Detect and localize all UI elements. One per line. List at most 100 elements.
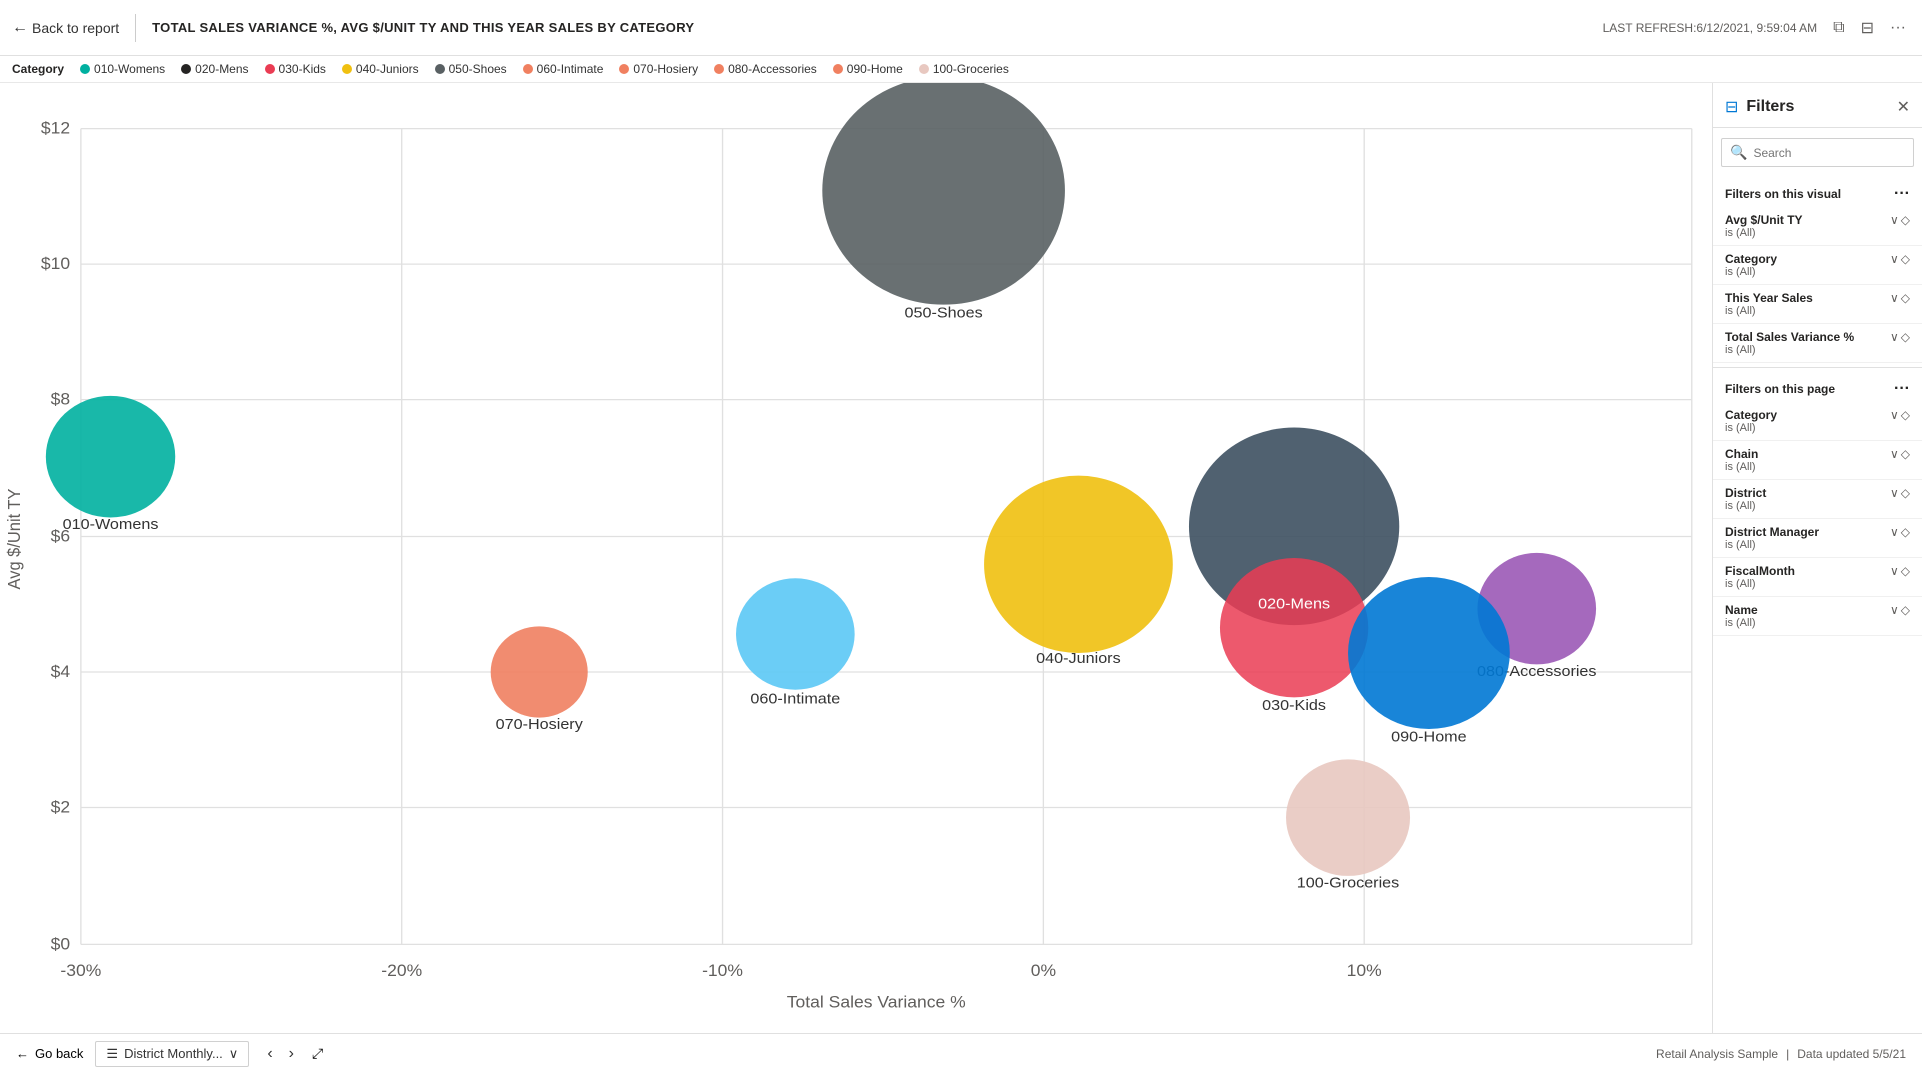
page-filters-more[interactable]: ··· bbox=[1894, 380, 1910, 398]
back-to-report-label: Back to report bbox=[32, 20, 119, 36]
filter-category-visual-text: Category is (All) bbox=[1725, 252, 1777, 278]
go-back-label: Go back bbox=[35, 1046, 83, 1061]
clear-icon-tys[interactable]: ◇ bbox=[1901, 291, 1910, 305]
clear-icon-tsv[interactable]: ◇ bbox=[1901, 330, 1910, 344]
legend-label-womens: 010-Womens bbox=[94, 62, 165, 76]
filter-actions-fiscal-month: ∨ ◇ bbox=[1890, 564, 1910, 578]
legend-dot-womens bbox=[80, 64, 90, 74]
scatter-chart: $0 $2 $4 $6 $8 $10 $12 -30% -20% -10% 0%… bbox=[0, 83, 1712, 1033]
copy-icon-button[interactable]: ⧉ bbox=[1829, 14, 1848, 42]
go-back-button[interactable]: ← Go back bbox=[16, 1046, 83, 1061]
legend-label-mens: 020-Mens bbox=[195, 62, 248, 76]
svg-text:-10%: -10% bbox=[702, 961, 743, 979]
filter-avg-unit-ty[interactable]: Avg $/Unit TY is (All) ∨ ◇ bbox=[1713, 207, 1922, 246]
filter-this-year-sales-text: This Year Sales is (All) bbox=[1725, 291, 1813, 317]
clear-icon-name[interactable]: ◇ bbox=[1901, 603, 1910, 617]
bottom-left: ← Go back ☰ District Monthly... ∨ ‹ › ⤢ bbox=[16, 1041, 323, 1067]
legend-item-mens[interactable]: 020-Mens bbox=[181, 62, 248, 76]
bubble-shoes[interactable] bbox=[822, 83, 1065, 305]
chart-container[interactable]: $0 $2 $4 $6 $8 $10 $12 -30% -20% -10% 0%… bbox=[0, 83, 1712, 1033]
back-to-report-button[interactable]: ← Back to report bbox=[12, 19, 119, 37]
collapse-icon-tsv[interactable]: ∨ bbox=[1890, 330, 1899, 344]
clear-icon-chain[interactable]: ◇ bbox=[1901, 447, 1910, 461]
collapse-icon-pcat[interactable]: ∨ bbox=[1890, 408, 1899, 422]
visual-filters-label: Filters on this visual bbox=[1725, 187, 1841, 201]
filters-header: ⊟ Filters ✕ bbox=[1713, 83, 1922, 128]
filter-value-this-year-sales: is (All) bbox=[1725, 305, 1813, 317]
filter-district-manager[interactable]: District Manager is (All) ∨ ◇ bbox=[1713, 519, 1922, 558]
page-tab[interactable]: ☰ District Monthly... ∨ bbox=[95, 1041, 249, 1067]
svg-text:020-Mens: 020-Mens bbox=[1258, 596, 1330, 612]
filter-chain[interactable]: Chain is (All) ∨ ◇ bbox=[1713, 441, 1922, 480]
filter-value-page-category: is (All) bbox=[1725, 422, 1777, 434]
clear-icon-pcat[interactable]: ◇ bbox=[1901, 408, 1910, 422]
clear-icon-dm[interactable]: ◇ bbox=[1901, 525, 1910, 539]
filters-title: Filters bbox=[1746, 98, 1794, 116]
svg-text:050-Shoes: 050-Shoes bbox=[905, 305, 983, 321]
filter-total-sales-variance[interactable]: Total Sales Variance % is (All) ∨ ◇ bbox=[1713, 324, 1922, 363]
collapse-icon-dm[interactable]: ∨ bbox=[1890, 525, 1899, 539]
legend-item-hosiery[interactable]: 070-Hosiery bbox=[619, 62, 698, 76]
expand-button[interactable]: ⤢ bbox=[312, 1045, 323, 1062]
nav-next-button[interactable]: › bbox=[283, 1043, 300, 1065]
clear-icon-fm[interactable]: ◇ bbox=[1901, 564, 1910, 578]
bubble-womens[interactable] bbox=[46, 396, 175, 518]
legend-item-juniors[interactable]: 040-Juniors bbox=[342, 62, 419, 76]
legend-item-groceries[interactable]: 100-Groceries bbox=[919, 62, 1009, 76]
filter-this-year-sales[interactable]: This Year Sales is (All) ∨ ◇ bbox=[1713, 285, 1922, 324]
filters-panel: ⊟ Filters ✕ 🔍 Filters on this visual ···… bbox=[1712, 83, 1922, 1033]
collapse-icon-name[interactable]: ∨ bbox=[1890, 603, 1899, 617]
filter-search-box[interactable]: 🔍 bbox=[1721, 138, 1914, 167]
filter-page-category[interactable]: Category is (All) ∨ ◇ bbox=[1713, 402, 1922, 441]
clear-icon-cat[interactable]: ◇ bbox=[1901, 252, 1910, 266]
header-left: ← Back to report TOTAL SALES VARIANCE %,… bbox=[12, 14, 694, 42]
bubble-intimate[interactable] bbox=[736, 578, 855, 689]
collapse-icon-fm[interactable]: ∨ bbox=[1890, 564, 1899, 578]
bubble-hosiery[interactable] bbox=[491, 626, 588, 717]
svg-text:-30%: -30% bbox=[60, 961, 101, 979]
legend-item-kids[interactable]: 030-Kids bbox=[265, 62, 326, 76]
filter-icon-button[interactable]: ⊟ bbox=[1857, 14, 1878, 42]
data-updated: Data updated 5/5/21 bbox=[1797, 1047, 1906, 1061]
collapse-icon-chain[interactable]: ∨ bbox=[1890, 447, 1899, 461]
filter-name-page-category: Category bbox=[1725, 408, 1777, 422]
legend-dot-home bbox=[833, 64, 843, 74]
collapse-icon[interactable]: ∨ bbox=[1890, 213, 1899, 227]
legend-label-home: 090-Home bbox=[847, 62, 903, 76]
bubble-groceries[interactable] bbox=[1286, 759, 1410, 876]
bubble-juniors[interactable] bbox=[984, 476, 1173, 653]
filter-actions-name: ∨ ◇ bbox=[1890, 603, 1910, 617]
nav-prev-button[interactable]: ‹ bbox=[261, 1043, 278, 1065]
bubble-home[interactable] bbox=[1348, 577, 1510, 729]
filter-district[interactable]: District is (All) ∨ ◇ bbox=[1713, 480, 1922, 519]
svg-text:$4: $4 bbox=[51, 663, 71, 681]
visual-filters-more[interactable]: ··· bbox=[1894, 185, 1910, 203]
filter-fiscal-month[interactable]: FiscalMonth is (All) ∨ ◇ bbox=[1713, 558, 1922, 597]
filter-name-category-visual: Category bbox=[1725, 252, 1777, 266]
collapse-icon-cat[interactable]: ∨ bbox=[1890, 252, 1899, 266]
filter-value-chain: is (All) bbox=[1725, 461, 1758, 473]
filter-actions-page-category: ∨ ◇ bbox=[1890, 408, 1910, 422]
filter-name[interactable]: Name is (All) ∨ ◇ bbox=[1713, 597, 1922, 636]
filter-category-visual[interactable]: Category is (All) ∨ ◇ bbox=[1713, 246, 1922, 285]
more-options-button[interactable]: ··· bbox=[1886, 14, 1910, 42]
filter-value-name: is (All) bbox=[1725, 617, 1758, 629]
legend-dot-groceries bbox=[919, 64, 929, 74]
collapse-icon-tys[interactable]: ∨ bbox=[1890, 291, 1899, 305]
close-filters-button[interactable]: ✕ bbox=[1897, 97, 1910, 117]
bottom-right: Retail Analysis Sample | Data updated 5/… bbox=[1656, 1047, 1906, 1061]
filter-actions-tsv: ∨ ◇ bbox=[1890, 330, 1910, 344]
legend-item-intimate[interactable]: 060-Intimate bbox=[523, 62, 604, 76]
search-input[interactable] bbox=[1753, 146, 1905, 160]
filter-name-district-manager: District Manager bbox=[1725, 525, 1819, 539]
page-filters-label: Filters on this page bbox=[1725, 382, 1835, 396]
legend-item-home[interactable]: 090-Home bbox=[833, 62, 903, 76]
legend-item-womens[interactable]: 010-Womens bbox=[80, 62, 165, 76]
bubble-kids[interactable] bbox=[1220, 558, 1368, 697]
legend-item-shoes[interactable]: 050-Shoes bbox=[435, 62, 507, 76]
legend-item-accessories[interactable]: 080-Accessories bbox=[714, 62, 817, 76]
collapse-icon-district[interactable]: ∨ bbox=[1890, 486, 1899, 500]
legend-bar: Category 010-Womens 020-Mens 030-Kids 04… bbox=[0, 56, 1922, 83]
clear-icon-district[interactable]: ◇ bbox=[1901, 486, 1910, 500]
clear-icon[interactable]: ◇ bbox=[1901, 213, 1910, 227]
